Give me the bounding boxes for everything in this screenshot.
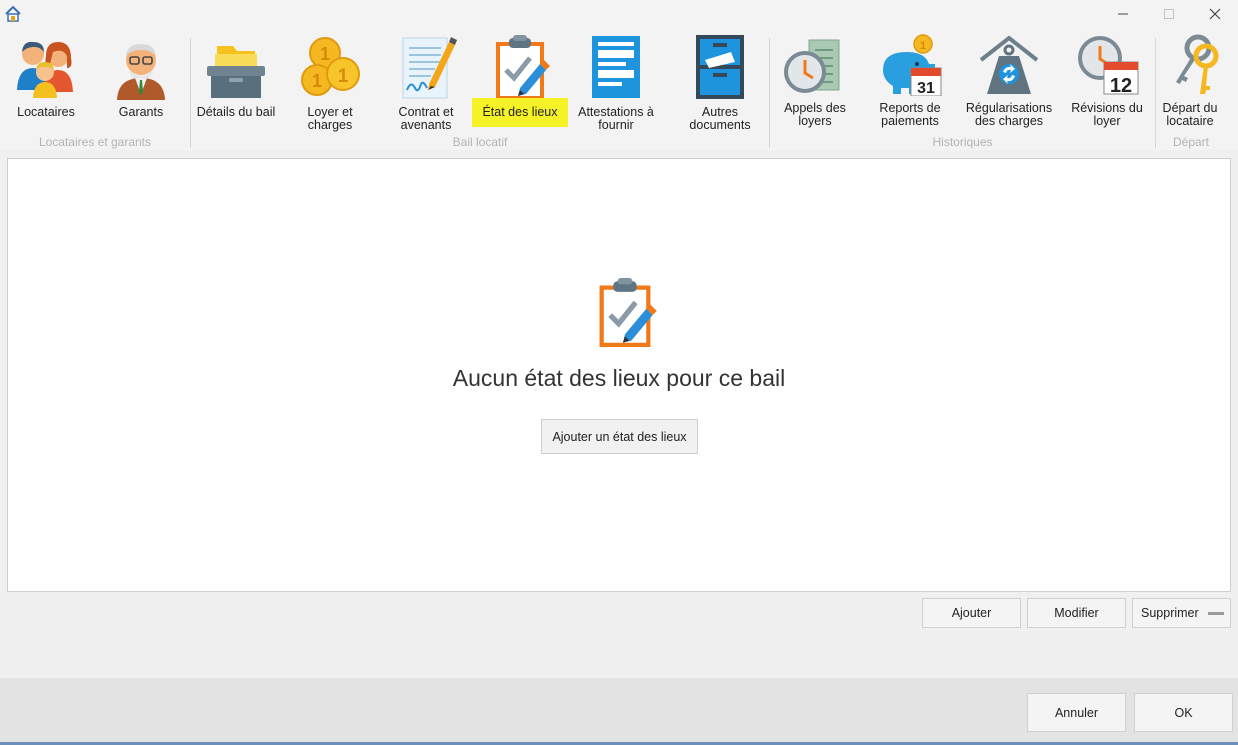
minimize-icon bbox=[1118, 13, 1128, 15]
ribbon-label: Locataires bbox=[17, 105, 75, 119]
attestations-icon bbox=[592, 36, 640, 98]
ribbon-button-contrat-et-avenants[interactable]: Contrat et avenants bbox=[390, 34, 462, 134]
svg-text:1: 1 bbox=[920, 40, 926, 52]
maximize-button[interactable] bbox=[1146, 2, 1192, 26]
ribbon-button-reports-de-paiements[interactable]: 1 31 Reports de paiements bbox=[872, 34, 948, 134]
ribbon-button-details-du-bail[interactable]: Détails du bail bbox=[193, 34, 279, 134]
ribbon-button-attestations[interactable]: Attestations à fournir bbox=[574, 34, 658, 134]
svg-text:1: 1 bbox=[320, 44, 330, 64]
minimize-button[interactable] bbox=[1100, 2, 1146, 26]
close-icon bbox=[1209, 8, 1221, 20]
ribbon-button-etat-des-lieux[interactable]: État des lieux bbox=[470, 34, 570, 134]
ribbon-label: Loyer et charges bbox=[307, 105, 353, 132]
ribbon-button-autres-documents[interactable]: Autres documents bbox=[684, 34, 756, 134]
ribbon-label: Appels des loyers bbox=[784, 101, 846, 128]
ribbon-label: Attestations à fournir bbox=[578, 105, 654, 132]
svg-text:1: 1 bbox=[312, 71, 322, 91]
group-separator bbox=[769, 38, 770, 148]
ok-button[interactable]: OK bbox=[1134, 693, 1233, 732]
group-label-historiques: Historiques bbox=[932, 135, 993, 149]
tenants-icon bbox=[17, 41, 73, 98]
ribbon-button-regularisations[interactable]: Régularisations des charges bbox=[962, 34, 1056, 134]
contract-icon bbox=[402, 37, 457, 99]
clipboard-icon bbox=[496, 35, 550, 100]
ribbon-button-garants[interactable]: Garants bbox=[108, 34, 174, 134]
title-bar bbox=[0, 0, 1238, 28]
rent-calls-icon bbox=[784, 39, 840, 93]
clock-calendar-icon: 12 bbox=[1078, 36, 1139, 96]
keys-icon bbox=[1176, 34, 1219, 94]
ribbon-label: Départ du locataire bbox=[1162, 101, 1218, 128]
empty-state-message: Aucun état des lieux pour ce bail bbox=[452, 365, 786, 391]
main-panel: Aucun état des lieux pour ce bail Ajoute… bbox=[7, 158, 1231, 592]
file-cabinet-icon bbox=[696, 35, 744, 99]
clipboard-icon bbox=[599, 278, 657, 347]
coins-icon: 1 1 1 bbox=[301, 37, 360, 96]
modifier-button[interactable]: Modifier bbox=[1027, 598, 1126, 628]
ribbon-button-depart-du-locataire[interactable]: Départ du locataire bbox=[1158, 34, 1222, 134]
ribbon-label: Régularisations des charges bbox=[965, 101, 1053, 128]
supprimer-button[interactable]: Supprimer bbox=[1132, 598, 1231, 628]
ribbon-label: État des lieux bbox=[472, 98, 568, 127]
maximize-icon bbox=[1164, 9, 1174, 19]
home-icon bbox=[5, 5, 21, 22]
close-button[interactable] bbox=[1192, 2, 1238, 26]
svg-text:31: 31 bbox=[917, 80, 935, 96]
group-label-locataires-et-garants: Locataires et garants bbox=[38, 135, 152, 149]
add-etat-des-lieux-button[interactable]: Ajouter un état des lieux bbox=[541, 419, 698, 454]
group-label-bail-locatif: Bail locatif bbox=[452, 135, 508, 149]
ribbon-label: Révisions du loyer bbox=[1071, 101, 1143, 128]
ribbon-button-loyer-et-charges[interactable]: 1 1 1 Loyer et charges bbox=[294, 34, 366, 134]
supprimer-label: Supprimer bbox=[1141, 606, 1199, 620]
group-separator bbox=[190, 38, 191, 148]
lease-details-icon bbox=[207, 46, 265, 98]
svg-text:12: 12 bbox=[1110, 75, 1132, 96]
group-separator bbox=[1155, 38, 1156, 148]
ribbon-button-locataires[interactable]: Locataires bbox=[10, 34, 82, 134]
ajouter-button[interactable]: Ajouter bbox=[922, 598, 1021, 628]
ribbon-label: Reports de paiements bbox=[879, 101, 941, 128]
ribbon-button-appels-des-loyers[interactable]: Appels des loyers bbox=[778, 34, 852, 134]
ribbon: Locataires Garants Détails du bail 1 1 1… bbox=[0, 28, 1238, 150]
ribbon-label: Autres documents bbox=[689, 105, 751, 132]
ribbon-label: Détails du bail bbox=[196, 105, 276, 119]
piggy-bank-calendar-icon: 1 31 bbox=[883, 34, 942, 96]
charges-weight-icon bbox=[979, 35, 1039, 94]
minus-icon bbox=[1208, 612, 1224, 615]
ribbon-label: Garants bbox=[118, 105, 164, 119]
guarantor-icon bbox=[117, 44, 165, 100]
annuler-button[interactable]: Annuler bbox=[1027, 693, 1126, 732]
ribbon-button-revisions-du-loyer[interactable]: 12 Révisions du loyer bbox=[1068, 34, 1146, 134]
svg-text:1: 1 bbox=[338, 66, 349, 87]
group-label-depart: Départ bbox=[1172, 135, 1210, 149]
ribbon-label: Contrat et avenants bbox=[398, 105, 454, 132]
